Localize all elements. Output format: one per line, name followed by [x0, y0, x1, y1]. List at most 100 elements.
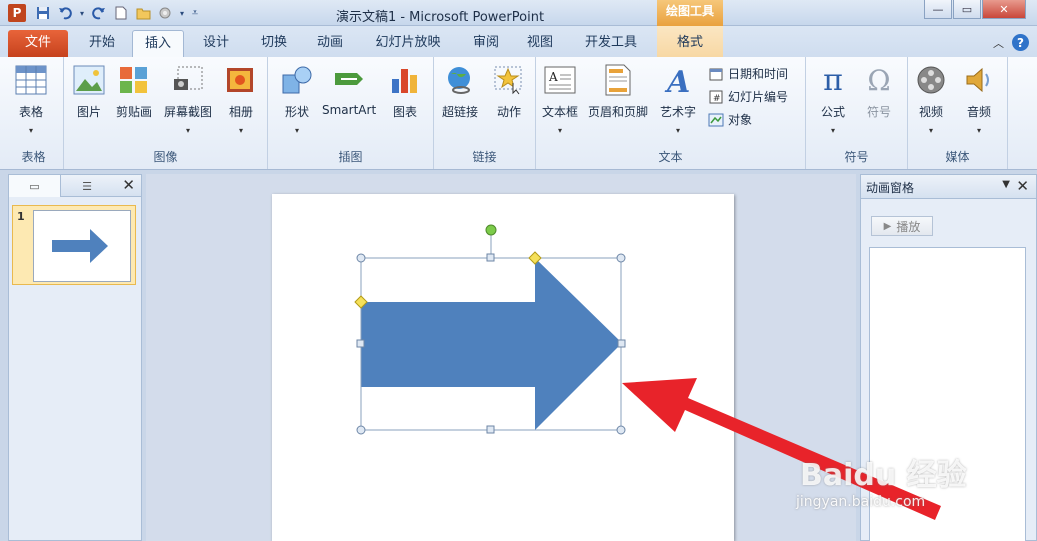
baidu-watermark: Baidu 经验 jingyan.baidu.com — [780, 430, 980, 520]
screenshot-button[interactable]: 屏幕截图 ▾ — [164, 63, 212, 135]
tab-outline[interactable]: ☰ — [61, 175, 113, 197]
group-text: A 文本框 ▾ 页眉和页脚 A 艺术字 ▾ 日期和时间 # 幻灯片编号 对象 文… — [536, 57, 806, 169]
minimize-button[interactable]: — — [924, 0, 952, 19]
restore-button[interactable]: ▭ — [953, 0, 981, 19]
tab-animations[interactable]: 动画 — [308, 30, 352, 57]
screenshot-dropdown-icon: ▾ — [186, 126, 191, 135]
slide-number-label: 1 — [17, 210, 25, 223]
group-tables: 表格 ▾ 表格 — [4, 57, 64, 169]
textbox-button[interactable]: A 文本框 ▾ — [542, 63, 578, 135]
group-illustrations: 形状 ▾ SmartArt 图表 插图 — [268, 57, 434, 169]
right-arrow-shape — [361, 258, 622, 430]
drawing-tools-context-label: 绘图工具 — [657, 0, 723, 26]
photo-album-button[interactable]: 相册 ▾ — [224, 63, 258, 135]
slides-pane: ▭ ☰ ✕ 1 — [8, 174, 142, 541]
tab-design[interactable]: 设计 — [194, 30, 238, 57]
table-dropdown-icon: ▾ — [28, 126, 33, 135]
smartart-icon — [332, 63, 366, 97]
action-button[interactable]: 动作 — [492, 63, 526, 120]
calendar-icon — [708, 66, 724, 82]
clipart-button[interactable]: 剪贴画 — [116, 63, 152, 120]
header-footer-icon — [601, 63, 635, 97]
group-links: 超链接 动作 链接 — [434, 57, 536, 169]
photo-album-dropdown-icon: ▾ — [238, 126, 243, 135]
audio-button[interactable]: 音频 ▾ — [962, 63, 996, 135]
tab-slideshow[interactable]: 幻灯片放映 — [364, 30, 452, 57]
shapes-button[interactable]: 形状 ▾ — [280, 63, 314, 135]
slide-canvas[interactable] — [272, 194, 734, 541]
tab-view[interactable]: 视图 — [518, 30, 562, 57]
equation-button[interactable]: π 公式 ▾ — [816, 62, 850, 136]
wordart-icon: A — [661, 63, 695, 97]
close-window-button[interactable]: ✕ — [982, 0, 1026, 19]
speaker-icon — [962, 63, 996, 97]
animation-pane-title: 动画窗格 — [866, 181, 915, 195]
video-dropdown-icon: ▾ — [928, 126, 933, 135]
table-button[interactable]: 表格 ▾ — [14, 63, 48, 135]
tab-review[interactable]: 审阅 — [464, 30, 508, 57]
svg-text:A: A — [548, 70, 558, 84]
close-animation-pane-icon[interactable]: ✕ — [1016, 177, 1029, 195]
watermark-brand: Baidu 经验 — [800, 458, 967, 493]
group-label-tables: 表格 — [21, 150, 46, 164]
hyperlink-button[interactable]: 超链接 — [442, 63, 478, 120]
help-area: ︿ ? — [993, 34, 1029, 51]
slide-thumbnail-icon: ▭ — [29, 179, 40, 193]
svg-text:#: # — [713, 94, 721, 104]
pi-icon: π — [823, 62, 843, 98]
slides-pane-tabs: ▭ ☰ ✕ — [9, 175, 141, 197]
svg-text:A: A — [664, 65, 690, 96]
slide-editing-area — [146, 174, 856, 541]
group-images: 图片 剪贴画 屏幕截图 ▾ 相册 ▾ 图像 — [64, 57, 268, 169]
omega-icon: Ω — [867, 63, 891, 97]
tab-home[interactable]: 开始 — [80, 30, 124, 57]
picture-icon — [72, 63, 106, 97]
group-symbols: π 公式 ▾ Ω 符号 符号 — [806, 57, 908, 169]
tab-file[interactable]: 文件 — [8, 30, 68, 57]
help-icon[interactable]: ? — [1012, 34, 1029, 51]
play-icon: ▶ — [883, 220, 892, 232]
film-reel-icon — [914, 63, 948, 97]
tab-transitions[interactable]: 切换 — [252, 30, 296, 57]
clipart-icon — [117, 63, 151, 97]
wordart-dropdown-icon: ▾ — [676, 126, 681, 135]
wordart-button[interactable]: A 艺术字 ▾ — [660, 63, 696, 135]
rotation-handle — [485, 224, 497, 236]
header-footer-button[interactable]: 页眉和页脚 — [588, 63, 648, 120]
restore-icon: ▭ — [961, 2, 973, 16]
screenshot-icon — [171, 63, 205, 97]
picture-button[interactable]: 图片 — [72, 63, 106, 120]
smartart-button[interactable]: SmartArt — [322, 63, 376, 117]
tab-insert[interactable]: 插入 — [132, 30, 184, 57]
group-label-text: 文本 — [658, 150, 683, 164]
slide-number-icon: # — [708, 89, 724, 105]
pane-menu-dropdown-icon[interactable]: ▼ — [1002, 179, 1010, 190]
photo-album-icon — [224, 63, 258, 97]
group-label-media: 媒体 — [945, 150, 970, 164]
animation-pane-header: 动画窗格 ▼ ✕ — [861, 175, 1036, 199]
group-label-illustrations: 插图 — [338, 150, 363, 164]
slide-number-button[interactable]: # 幻灯片编号 — [708, 88, 788, 105]
slide-thumbnail[interactable] — [33, 210, 131, 282]
minimize-ribbon-icon[interactable]: ︿ — [993, 35, 1004, 51]
thumbnail-arrow-shape — [52, 229, 108, 263]
window-title: 演示文稿1 - Microsoft PowerPoint — [335, 10, 545, 25]
group-label-links: 链接 — [472, 150, 497, 164]
slide-thumbnail-selected[interactable]: 1 — [12, 205, 136, 285]
object-button[interactable]: 对象 — [708, 111, 752, 128]
tab-developer[interactable]: 开发工具 — [576, 30, 646, 57]
textbox-icon: A — [543, 63, 577, 97]
symbol-button[interactable]: Ω 符号 — [862, 63, 896, 120]
play-button[interactable]: ▶ 播放 — [871, 216, 933, 236]
chart-button[interactable]: 图表 — [388, 63, 422, 120]
video-button[interactable]: 视频 ▾ — [914, 63, 948, 135]
globe-link-icon — [443, 63, 477, 97]
tab-format[interactable]: 格式 — [664, 30, 716, 57]
close-slides-pane-icon[interactable]: ✕ — [122, 176, 135, 194]
slide-content — [354, 224, 626, 435]
datetime-button[interactable]: 日期和时间 — [708, 65, 788, 82]
watermark-url: jingyan.baidu.com — [796, 494, 926, 510]
close-icon: ✕ — [999, 2, 1009, 16]
tab-slides[interactable]: ▭ — [9, 175, 61, 197]
action-star-icon — [492, 63, 526, 97]
